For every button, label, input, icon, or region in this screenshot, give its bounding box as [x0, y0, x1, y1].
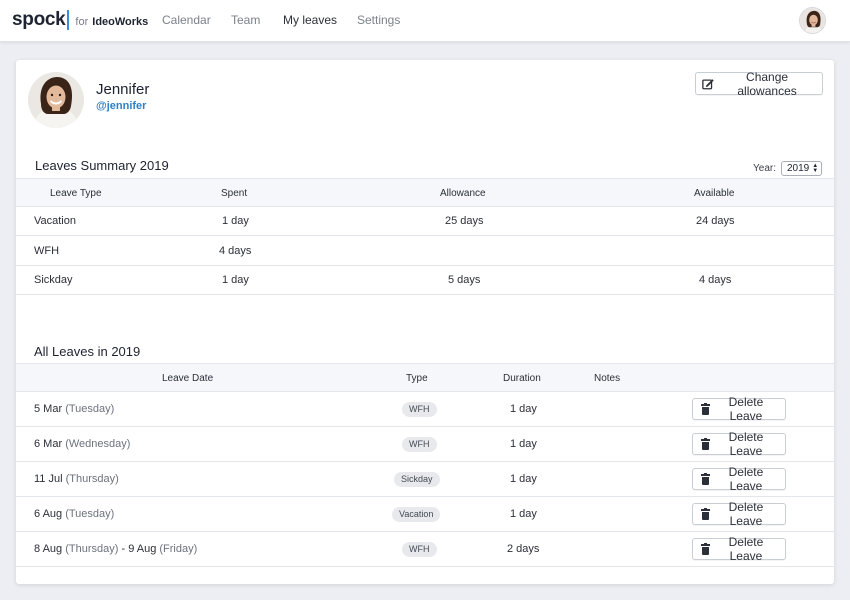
leave-duration: 2 days [507, 543, 540, 555]
delete-leave-label: Delete Leave [728, 465, 764, 493]
trash-icon [701, 472, 710, 485]
leave-day-end: (Friday) [159, 543, 198, 555]
delete-leave-label: Delete Leave [728, 535, 764, 563]
leave-type-badge: WFH [402, 402, 437, 417]
leave-date-start: 6 Mar [34, 438, 63, 450]
leave-duration: 1 day [510, 473, 537, 485]
delete-leave-button[interactable]: Delete Leave [692, 395, 786, 423]
summary-title: Leaves Summary 2019 [35, 158, 169, 173]
leave-date: 5 Mar (Tuesday) [34, 403, 114, 415]
leave-date-start: 8 Aug [34, 543, 63, 555]
leaves-card: Jennifer @jennifer Change allowances Lea… [16, 60, 834, 584]
trash-icon [701, 507, 710, 520]
top-navigation: spock for IdeoWorks Calendar Team My lea… [0, 0, 850, 42]
column-header-allowance: Allowance [440, 188, 486, 199]
trash-icon [701, 437, 710, 450]
leave-date-start: 11 Jul [34, 473, 63, 485]
column-header-leave-type: Leave Type [50, 188, 102, 199]
column-header-type: Type [406, 373, 428, 384]
leave-date-separator: - [121, 543, 126, 555]
delete-leave-label: Delete Leave [728, 500, 764, 528]
leave-day-start: (Thursday) [65, 543, 119, 555]
leave-duration: 1 day [510, 508, 537, 520]
leave-type-badge: Vacation [392, 507, 441, 522]
select-arrows-icon: ▲ ▼ [812, 162, 819, 174]
summary-type: Sickday [34, 274, 73, 286]
brand-logo[interactable]: spock for IdeoWorks [12, 9, 148, 31]
brand-name: spock [12, 9, 66, 30]
leave-date: 11 Jul (Thursday) [34, 473, 119, 485]
brand-cursor-mark [67, 10, 70, 30]
summary-available: 24 days [696, 215, 735, 227]
leave-row: 11 Jul (Thursday) Sickday 1 day Delete L… [16, 462, 834, 497]
year-value: 2019 [787, 163, 810, 174]
leave-row: 5 Mar (Tuesday) WFH 1 day Delete Leave [16, 392, 834, 427]
delete-leave-button[interactable]: Delete Leave [692, 465, 786, 493]
leave-date-start: 5 Mar [34, 403, 63, 415]
summary-row: Sickday 1 day 5 days 4 days [16, 266, 834, 295]
change-allowances-button[interactable]: Change allowances [695, 69, 823, 98]
summary-spent: 1 day [222, 215, 249, 227]
trash-icon [701, 542, 710, 555]
leave-day-start: (Tuesday) [65, 403, 115, 415]
delete-leave-label: Delete Leave [728, 430, 764, 458]
summary-table-header: Leave Type Spent Allowance Available [16, 178, 834, 207]
leave-date-start: 6 Aug [34, 508, 63, 520]
summary-available: 4 days [699, 274, 732, 286]
leave-date: 6 Mar (Wednesday) [34, 438, 130, 450]
column-header-duration: Duration [503, 373, 541, 384]
leave-day-start: (Thursday) [65, 473, 119, 485]
summary-allowance: 5 days [448, 274, 481, 286]
summary-type: Vacation [34, 215, 76, 227]
column-header-available: Available [694, 188, 735, 199]
summary-allowance: 25 days [445, 215, 484, 227]
leave-duration: 1 day [510, 403, 537, 415]
column-header-notes: Notes [594, 373, 621, 384]
delete-leave-button[interactable]: Delete Leave [692, 500, 786, 528]
leave-date: 6 Aug (Tuesday) [34, 508, 114, 520]
leave-row: 6 Aug (Tuesday) Vacation 1 day Delete Le… [16, 497, 834, 532]
nav-link-calendar[interactable]: Calendar [162, 13, 211, 27]
summary-spent: 4 days [219, 245, 252, 257]
delete-leave-button[interactable]: Delete Leave [692, 535, 786, 563]
column-header-leave-date: Leave Date [162, 373, 214, 384]
profile-portrait-icon [28, 72, 84, 128]
avatar-portrait-icon [800, 8, 825, 33]
nav-link-my-leaves[interactable]: My leaves [283, 13, 337, 27]
leaves-table-header: Leave Date Type Duration Notes [16, 363, 834, 392]
user-avatar[interactable] [799, 7, 826, 34]
leave-day-start: (Wednesday) [65, 438, 131, 450]
change-allowances-label: Change allowances [737, 69, 797, 98]
delete-leave-label: Delete Leave [728, 395, 764, 423]
leave-date: 8 Aug (Thursday) - 9 Aug (Friday) [34, 543, 197, 555]
leave-duration: 1 day [510, 438, 537, 450]
column-header-spent: Spent [221, 188, 248, 199]
leave-date-end: 9 Aug [128, 543, 157, 555]
leave-type-badge: WFH [402, 542, 437, 557]
nav-link-settings[interactable]: Settings [357, 13, 400, 27]
summary-row: WFH 4 days [16, 236, 834, 266]
brand-for-text: for [75, 16, 89, 28]
year-label: Year: [753, 163, 776, 174]
profile-avatar [28, 72, 84, 128]
leave-row: 6 Mar (Wednesday) WFH 1 day Delete Leave [16, 427, 834, 462]
company-name: IdeoWorks [92, 16, 149, 28]
year-select[interactable]: 2019 ▲ ▼ [781, 161, 822, 176]
profile-name: Jennifer [96, 81, 150, 98]
summary-spent: 1 day [222, 274, 249, 286]
edit-icon [702, 78, 714, 89]
delete-leave-button[interactable]: Delete Leave [692, 430, 786, 458]
summary-type: WFH [34, 245, 60, 257]
leave-day-start: (Tuesday) [65, 508, 115, 520]
summary-row: Vacation 1 day 25 days 24 days [16, 207, 834, 236]
all-leaves-title: All Leaves in 2019 [34, 344, 141, 359]
leave-type-badge: WFH [402, 437, 437, 452]
leave-type-badge: Sickday [394, 472, 440, 487]
leave-row: 8 Aug (Thursday) - 9 Aug (Friday) WFH 2 … [16, 532, 834, 567]
trash-icon [701, 402, 710, 415]
profile-handle[interactable]: @jennifer [96, 100, 146, 112]
nav-link-team[interactable]: Team [231, 13, 260, 27]
